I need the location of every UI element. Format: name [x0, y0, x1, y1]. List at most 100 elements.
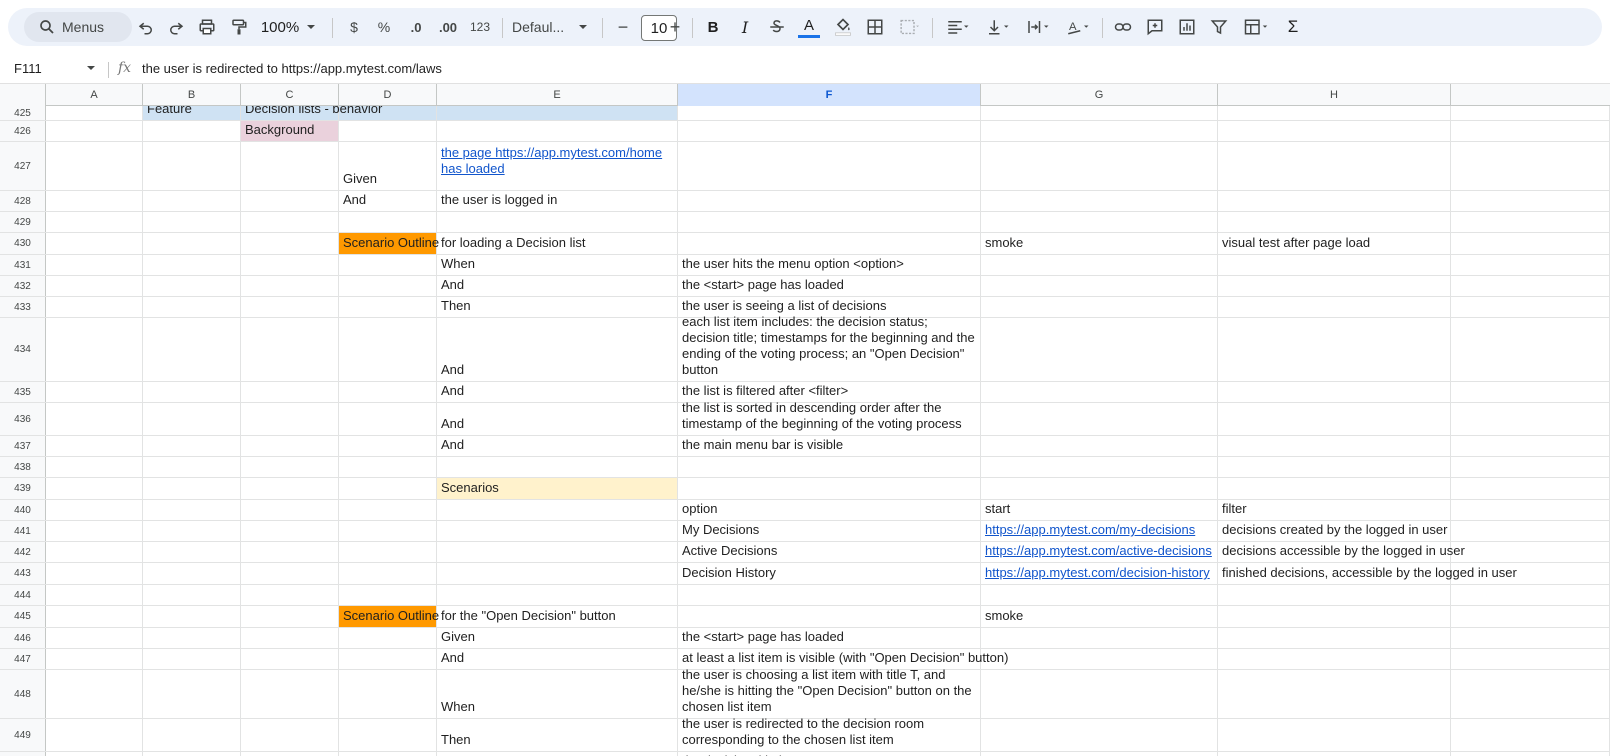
cell-f447[interactable]: at least a list item is visible (with "O…: [678, 649, 1008, 669]
cell-i435[interactable]: [1451, 382, 1610, 402]
cell-c434[interactable]: [241, 318, 339, 381]
cell-c447[interactable]: [241, 649, 339, 669]
cell-c428[interactable]: [241, 191, 339, 211]
cell-f434[interactable]: each list item includes: the decision st…: [678, 314, 981, 381]
cell-c448[interactable]: [241, 670, 339, 718]
cell-g443[interactable]: https://app.mytest.com/decision-history: [981, 563, 1218, 584]
cell-i449[interactable]: [1451, 719, 1610, 751]
cell-f445[interactable]: [678, 606, 981, 627]
cell-b425[interactable]: Feature: [143, 106, 241, 120]
cell-e439[interactable]: Scenarios: [437, 478, 678, 499]
cell-i430[interactable]: [1451, 233, 1610, 254]
cell-d441[interactable]: [339, 521, 437, 541]
decrease-decimal-button[interactable]: .0: [402, 8, 430, 46]
cell-h437[interactable]: [1218, 436, 1451, 456]
cell-i445[interactable]: [1451, 606, 1610, 627]
cell-b435[interactable]: [143, 382, 241, 402]
cell-f436[interactable]: the list is sorted in descending order a…: [678, 400, 981, 435]
cell-i431[interactable]: [1451, 255, 1610, 275]
cell-f443[interactable]: Decision History: [678, 563, 981, 584]
cell-a444[interactable]: [46, 585, 143, 605]
cell-d434[interactable]: [339, 318, 437, 381]
cell-g447[interactable]: [981, 649, 1218, 669]
menus-search-button[interactable]: Menus: [24, 12, 132, 42]
cell-e432[interactable]: And: [437, 276, 678, 296]
font-family-select[interactable]: Defaul...: [512, 8, 574, 46]
column-header-e[interactable]: E: [437, 84, 678, 106]
cell-a425[interactable]: [46, 106, 143, 120]
cell-g444[interactable]: [981, 585, 1218, 605]
column-header-c[interactable]: C: [241, 84, 339, 106]
cell-c429[interactable]: [241, 212, 339, 232]
cell-b436[interactable]: [143, 403, 241, 435]
cell-f446[interactable]: the <start> page has loaded: [678, 628, 981, 648]
cell-e450[interactable]: [437, 752, 678, 756]
cell-c443[interactable]: [241, 563, 339, 584]
cell-d442[interactable]: [339, 542, 437, 562]
row-header[interactable]: 441: [0, 521, 46, 541]
cell-d430[interactable]: Scenario Outline: [339, 233, 439, 254]
cell-b428[interactable]: [143, 191, 241, 211]
cell-b450[interactable]: [143, 752, 241, 756]
cell-i439[interactable]: [1451, 478, 1610, 499]
cell-c442[interactable]: [241, 542, 339, 562]
cell-h445[interactable]: [1218, 606, 1451, 627]
cell-e428[interactable]: the user is logged in: [437, 191, 678, 211]
cell-d437[interactable]: [339, 436, 437, 456]
cell-e440[interactable]: [437, 500, 678, 520]
cell-a446[interactable]: [46, 628, 143, 648]
cell-f426[interactable]: [678, 121, 981, 141]
cell-a439[interactable]: [46, 478, 143, 499]
chevron-down-icon[interactable]: [576, 8, 590, 46]
select-all-corner[interactable]: [0, 84, 46, 106]
cell-f427[interactable]: [678, 142, 981, 190]
row-header[interactable]: 434: [0, 318, 46, 381]
cell-a448[interactable]: [46, 670, 143, 718]
cell-i438[interactable]: [1451, 457, 1610, 477]
cell-e431[interactable]: When: [437, 255, 678, 275]
cell-d449[interactable]: [339, 719, 437, 751]
cell-g438[interactable]: [981, 457, 1218, 477]
cell-h427[interactable]: [1218, 142, 1451, 190]
cell-i437[interactable]: [1451, 436, 1610, 456]
cell-g431[interactable]: [981, 255, 1218, 275]
cell-f449[interactable]: the user is redirected to the decision r…: [678, 716, 981, 751]
cell-b429[interactable]: [143, 212, 241, 232]
cell-f433[interactable]: the user is seeing a list of decisions: [678, 297, 981, 317]
cell-b444[interactable]: [143, 585, 241, 605]
cell-f431[interactable]: the user hits the menu option <option>: [678, 255, 981, 275]
cell-c425[interactable]: Decision lists - behavior: [241, 106, 382, 120]
cell-b433[interactable]: [143, 297, 241, 317]
row-header[interactable]: 425: [0, 106, 46, 120]
row-header[interactable]: 429: [0, 212, 46, 232]
cell-b434[interactable]: [143, 318, 241, 381]
cell-e426[interactable]: [437, 121, 678, 141]
cell-a433[interactable]: [46, 297, 143, 317]
cell-g425[interactable]: [981, 106, 1218, 120]
cell-h450[interactable]: [1218, 752, 1451, 756]
cell-a426[interactable]: [46, 121, 143, 141]
cell-f440[interactable]: option: [678, 500, 981, 520]
cell-g429[interactable]: [981, 212, 1218, 232]
cell-g430[interactable]: smoke: [981, 233, 1218, 254]
cell-a431[interactable]: [46, 255, 143, 275]
cell-a440[interactable]: [46, 500, 143, 520]
cell-h439[interactable]: [1218, 478, 1451, 499]
column-header-f[interactable]: F: [678, 84, 981, 106]
cell-f430[interactable]: [678, 233, 981, 254]
percent-button[interactable]: %: [372, 8, 396, 46]
cell-g448[interactable]: [981, 670, 1218, 718]
formula-input[interactable]: the user is redirected to https://app.my…: [142, 61, 442, 76]
cell-i447[interactable]: [1451, 649, 1610, 669]
cell-b431[interactable]: [143, 255, 241, 275]
cell-b426[interactable]: [143, 121, 241, 141]
cell-d445[interactable]: Scenario Outline: [339, 606, 439, 627]
cell-g436[interactable]: [981, 403, 1218, 435]
row-header[interactable]: 444: [0, 585, 46, 605]
cell-h433[interactable]: [1218, 297, 1451, 317]
cell-i428[interactable]: [1451, 191, 1610, 211]
cell-f444[interactable]: [678, 585, 981, 605]
row-header[interactable]: 438: [0, 457, 46, 477]
cell-e436[interactable]: And: [437, 403, 678, 435]
cell-c450[interactable]: [241, 752, 339, 756]
